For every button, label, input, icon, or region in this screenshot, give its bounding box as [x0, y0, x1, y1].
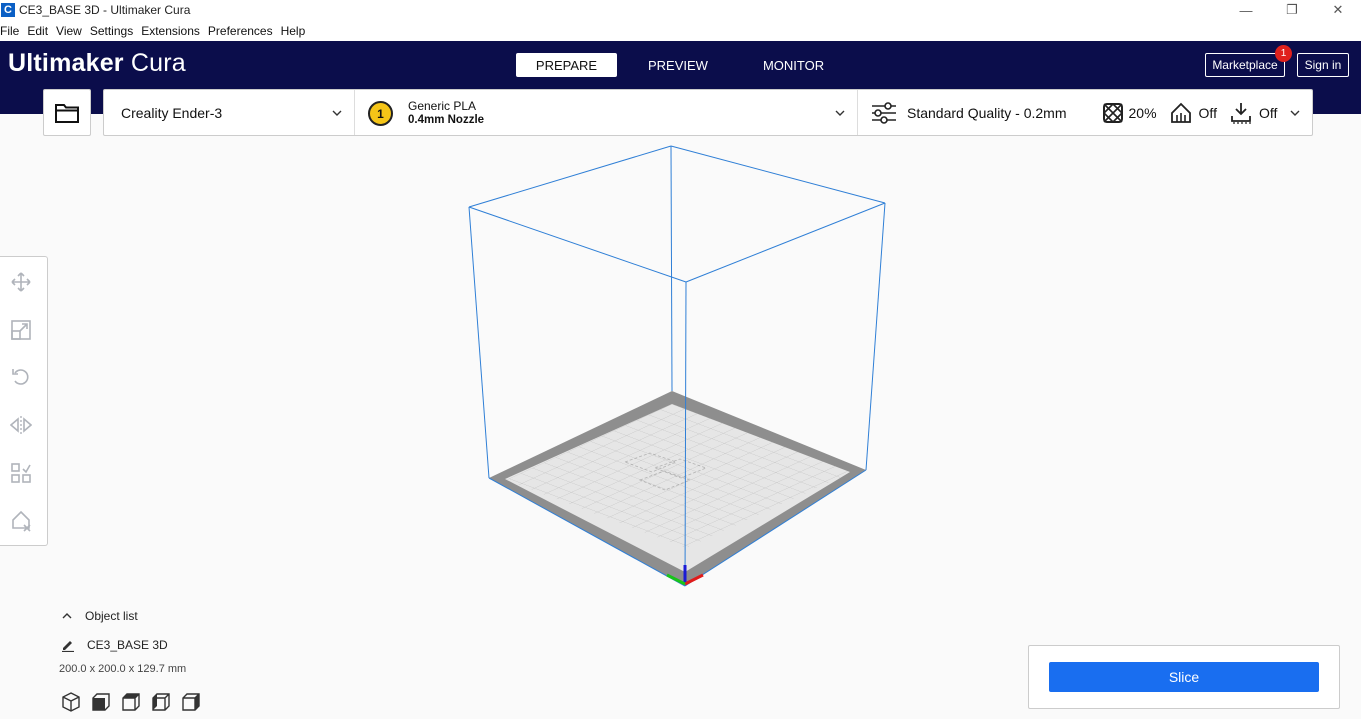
quality-profile: Standard Quality - 0.2mm	[907, 104, 1067, 121]
model-footprint[interactable]	[623, 452, 708, 491]
sliders-icon	[871, 101, 897, 124]
move-icon	[11, 272, 31, 292]
printer-name: Creality Ender-3	[121, 104, 223, 121]
tab-prepare[interactable]: PREPARE	[516, 53, 617, 77]
material-selector[interactable]: 1 Generic PLA 0.4mm Nozzle	[355, 90, 858, 135]
minimize-button[interactable]: —	[1223, 0, 1269, 20]
right-view-icon	[182, 693, 200, 711]
print-settings-selector[interactable]: Standard Quality - 0.2mm 20% Off Off	[858, 90, 1312, 135]
infill-icon	[1100, 102, 1126, 124]
stage-tabs: PREPARE PREVIEW MONITOR	[516, 53, 855, 77]
chevron-down-icon	[1290, 110, 1300, 116]
menu-preferences[interactable]: Preferences	[204, 24, 277, 38]
window-title: CE3_BASE 3D - Ultimaker Cura	[19, 3, 191, 17]
adhesion-value: Off	[1258, 104, 1278, 121]
object-list-label: Object list	[85, 609, 138, 623]
view-left-button[interactable]	[150, 691, 172, 713]
front-view-icon	[92, 693, 110, 711]
infill-value: 20%	[1128, 104, 1157, 121]
menu-edit[interactable]: Edit	[23, 24, 52, 38]
restore-button[interactable]: ❐	[1269, 0, 1315, 20]
folder-icon	[55, 103, 79, 123]
origin-axes	[666, 565, 704, 586]
action-panel: Slice	[1028, 645, 1340, 709]
view-orientation-buttons	[60, 691, 210, 713]
brand-logo: Ultimaker Cura	[8, 49, 186, 78]
rotate-tool-button[interactable]	[9, 365, 33, 389]
mirror-tool-button[interactable]	[9, 413, 33, 437]
brand-product: Cura	[130, 49, 186, 77]
menu-bar: File Edit View Settings Extensions Prefe…	[0, 20, 1361, 41]
menu-extensions[interactable]: Extensions	[137, 24, 204, 38]
support-blocker-button[interactable]	[9, 509, 33, 533]
object-name: CE3_BASE 3D	[87, 638, 168, 652]
scale-tool-button[interactable]	[9, 318, 33, 342]
sign-in-button[interactable]: Sign in	[1297, 53, 1349, 77]
marketplace-label: Marketplace	[1212, 58, 1278, 72]
material-name: Generic PLA	[408, 99, 477, 113]
open-file-button[interactable]	[43, 89, 91, 136]
build-plate-border	[489, 391, 866, 586]
window-title-bar: C CE3_BASE 3D - Ultimaker Cura — ❐ ✕	[0, 0, 1361, 20]
notification-badge: 1	[1275, 45, 1292, 62]
brand-name: Ultimaker	[8, 49, 124, 77]
chevron-down-icon	[332, 110, 342, 116]
extruder-badge: 1	[368, 101, 393, 126]
window-controls: — ❐ ✕	[1223, 0, 1361, 20]
adhesion-icon	[1228, 102, 1254, 124]
tool-panel	[0, 256, 48, 546]
pencil-icon	[62, 641, 74, 652]
scale-icon	[11, 320, 31, 340]
view-3d-button[interactable]	[60, 691, 82, 713]
object-list-toggle[interactable]: Object list	[61, 609, 138, 623]
view-front-button[interactable]	[90, 691, 112, 713]
top-view-icon	[122, 693, 140, 711]
tab-preview[interactable]: PREVIEW	[624, 53, 732, 77]
move-tool-button[interactable]	[9, 270, 33, 294]
support-value: Off	[1198, 104, 1217, 121]
build-plate-grid	[505, 404, 850, 549]
build-plate[interactable]	[505, 404, 850, 572]
menu-settings[interactable]: Settings	[86, 24, 137, 38]
slice-button[interactable]: Slice	[1049, 662, 1319, 692]
left-view-icon	[152, 693, 170, 711]
close-button[interactable]: ✕	[1315, 0, 1361, 20]
chevron-down-icon	[835, 110, 845, 116]
menu-help[interactable]: Help	[277, 24, 310, 38]
object-name-row[interactable]: CE3_BASE 3D	[61, 638, 168, 652]
rotate-icon	[12, 369, 29, 385]
tab-monitor[interactable]: MONITOR	[739, 53, 848, 77]
nozzle-size: 0.4mm Nozzle	[408, 114, 485, 126]
printer-selector[interactable]: Creality Ender-3	[104, 90, 355, 135]
per-model-settings-button[interactable]	[9, 461, 33, 485]
menu-view[interactable]: View	[52, 24, 86, 38]
mirror-icon	[10, 416, 32, 434]
menu-file[interactable]: File	[0, 24, 23, 38]
per-model-settings-icon	[11, 463, 31, 483]
support-blocker-icon	[12, 510, 31, 532]
view-right-button[interactable]	[180, 691, 202, 713]
marketplace-button[interactable]: Marketplace 1	[1205, 45, 1292, 77]
view-top-button[interactable]	[120, 691, 142, 713]
3d-view-icon	[62, 692, 80, 712]
chevron-up-icon	[62, 613, 72, 619]
print-config-bar: Creality Ender-3 1 Generic PLA 0.4mm Noz…	[103, 89, 1313, 136]
cura-app-icon: C	[1, 3, 15, 17]
support-icon	[1168, 102, 1194, 124]
object-dimensions: 200.0 x 200.0 x 129.7 mm	[59, 663, 187, 675]
build-volume-frame	[468, 145, 886, 587]
